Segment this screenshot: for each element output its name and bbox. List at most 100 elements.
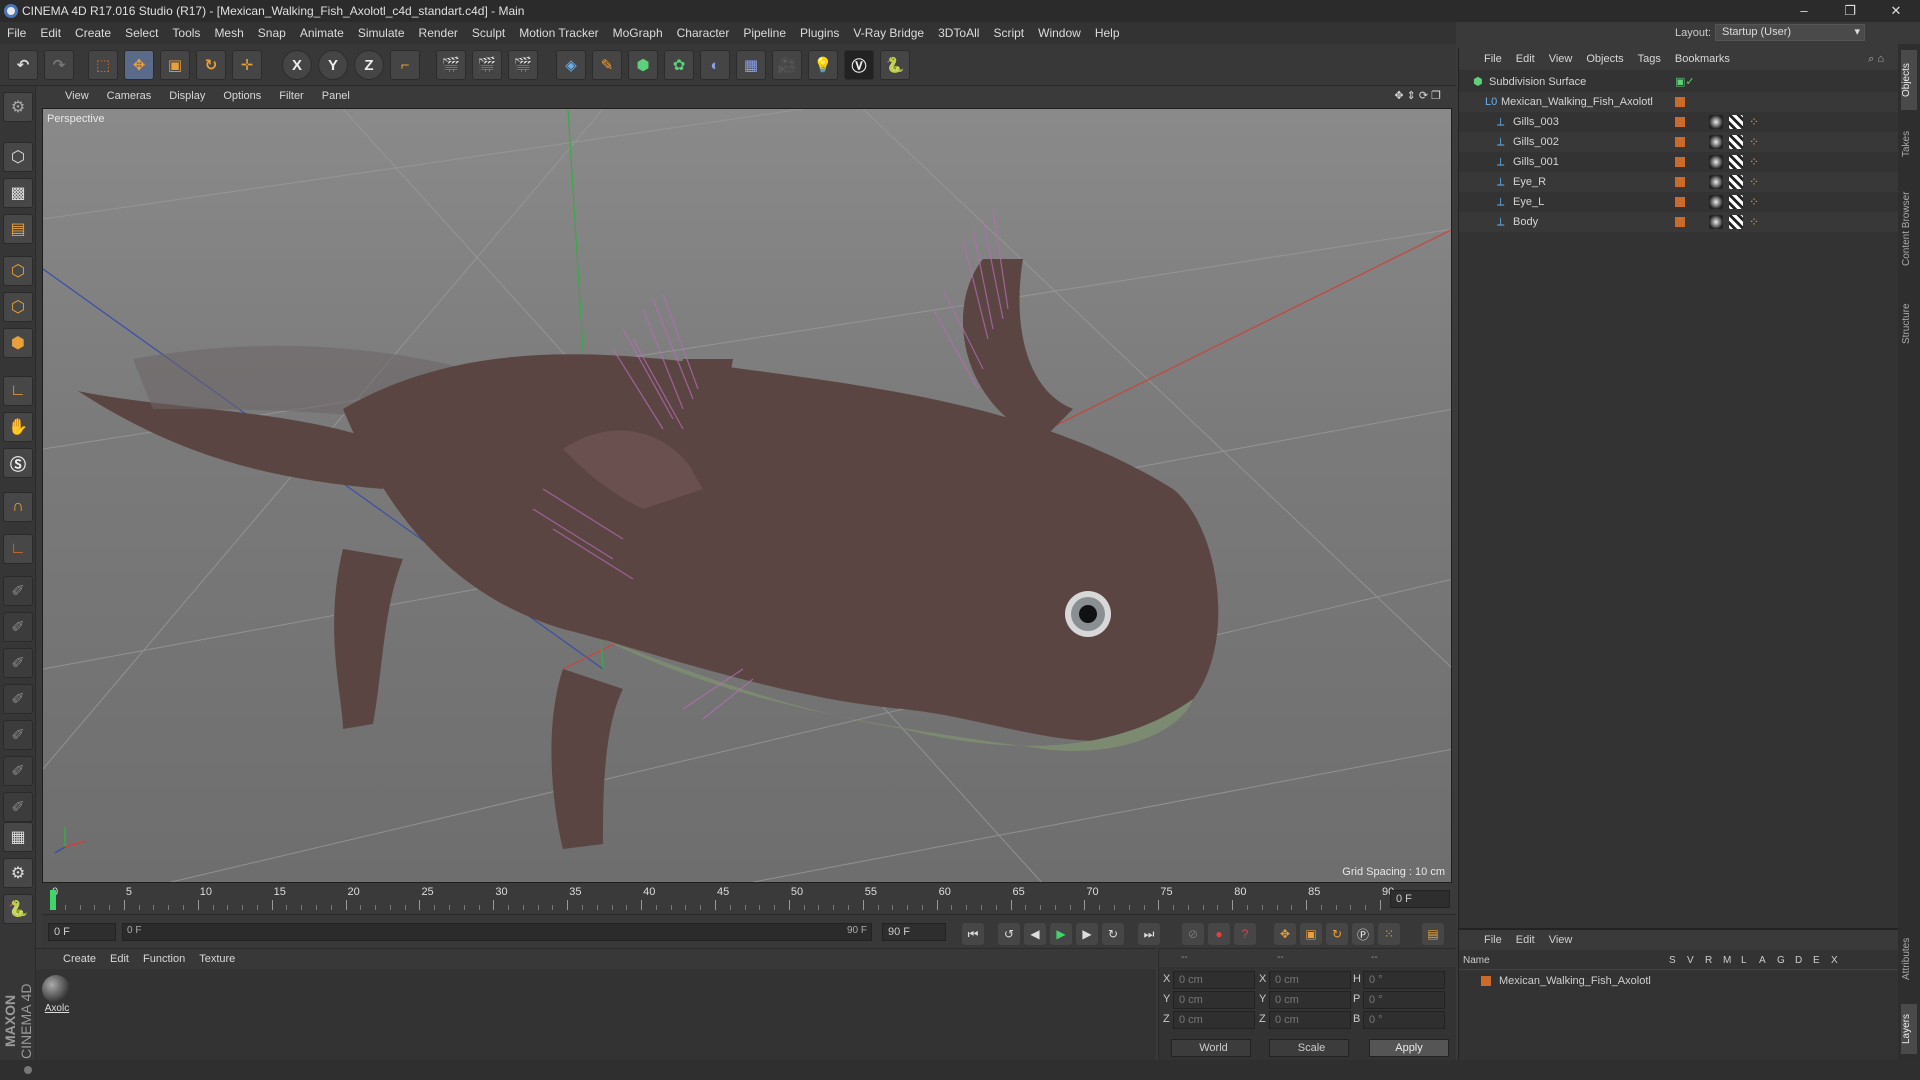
viewport-label[interactable]: Perspective: [47, 113, 104, 125]
tab-structure[interactable]: Structure: [1901, 294, 1917, 354]
object-menu-bookmarks[interactable]: Bookmarks: [1668, 48, 1737, 70]
menu-vray-bridge[interactable]: V-Ray Bridge: [846, 22, 931, 44]
menu-file[interactable]: File: [0, 22, 33, 44]
layer-color-dot[interactable]: [1675, 137, 1685, 147]
viewport-menu-cameras[interactable]: Cameras: [98, 86, 161, 106]
sculpt-tool-7[interactable]: ✐: [3, 792, 33, 822]
coordinate-system-button[interactable]: ⌐: [390, 50, 420, 80]
tab-layers[interactable]: Layers: [1901, 1004, 1917, 1054]
phong-tag-icon[interactable]: ⁘: [1749, 135, 1763, 149]
workplane-axis-button[interactable]: ∟: [3, 534, 33, 564]
z-axis-button[interactable]: Z: [354, 50, 384, 80]
layer-column-header[interactable]: G: [1777, 955, 1785, 966]
object-menu-file[interactable]: File: [1477, 48, 1509, 70]
layer-column-header[interactable]: X: [1831, 955, 1838, 966]
material-menu-function[interactable]: Function: [136, 949, 192, 969]
uvw-tag-icon[interactable]: [1729, 155, 1743, 169]
menu-pipeline[interactable]: Pipeline: [736, 22, 793, 44]
render-settings-button[interactable]: 🎬: [508, 50, 538, 80]
mograph-button[interactable]: ✿: [664, 50, 694, 80]
axis-mode-button[interactable]: ∟: [3, 376, 33, 406]
viewport-menu-view[interactable]: View: [56, 86, 98, 106]
material-tag-icon[interactable]: [1709, 155, 1723, 169]
coord-value-field[interactable]: 0 cm: [1269, 1011, 1351, 1029]
menu-animate[interactable]: Animate: [293, 22, 351, 44]
record-keys-button[interactable]: ⊘: [1182, 923, 1204, 945]
render-view-button[interactable]: 🎬: [436, 50, 466, 80]
tree-item[interactable]: L0 Mexican_Walking_Fish_Axolotl: [1459, 92, 1899, 112]
light-button[interactable]: 💡: [808, 50, 838, 80]
layer-menu-edit[interactable]: Edit: [1509, 930, 1542, 950]
snap-button[interactable]: Ⓢ: [3, 448, 33, 478]
python-generator-button[interactable]: ⚙: [3, 858, 33, 888]
key-scale-button[interactable]: ▣: [1300, 923, 1322, 945]
autokey-button[interactable]: ●: [1208, 923, 1230, 945]
menu-edit[interactable]: Edit: [33, 22, 68, 44]
redo-button[interactable]: ↷: [44, 50, 74, 80]
layer-column-header[interactable]: R: [1705, 955, 1712, 966]
spline-pen-button[interactable]: ✎: [592, 50, 622, 80]
menu-character[interactable]: Character: [670, 22, 737, 44]
python-script-button[interactable]: 🐍: [3, 894, 33, 924]
layer-column-header[interactable]: D: [1795, 955, 1802, 966]
current-frame-field[interactable]: 0 F: [1390, 890, 1450, 908]
camera-button[interactable]: 🎥: [772, 50, 802, 80]
viewport-menu-filter[interactable]: Filter: [270, 86, 312, 106]
key-parameter-button[interactable]: Ⓟ: [1352, 923, 1374, 945]
menu-create[interactable]: Create: [68, 22, 118, 44]
tree-item[interactable]: ⟂ Eye_L ⁘: [1459, 192, 1899, 212]
phong-tag-icon[interactable]: ⁘: [1749, 155, 1763, 169]
material-menu-create[interactable]: Create: [56, 949, 103, 969]
texture-mode-button[interactable]: ▩: [3, 178, 33, 208]
viewport-menu-display[interactable]: Display: [160, 86, 214, 106]
tab-content-browser[interactable]: Content Browser: [1901, 174, 1917, 284]
layer-color-dot[interactable]: [1675, 177, 1685, 187]
search-icon[interactable]: ⌕ ⌂: [1861, 48, 1891, 70]
layer-column-header[interactable]: L: [1741, 955, 1747, 966]
menu-tools[interactable]: Tools: [165, 22, 207, 44]
coord-value-field[interactable]: 0 °: [1363, 1011, 1445, 1029]
uvw-tag-icon[interactable]: [1729, 215, 1743, 229]
floor-button[interactable]: ▦: [736, 50, 766, 80]
layout-dropdown[interactable]: Startup (User) ▾: [1715, 24, 1865, 41]
next-frame-button[interactable]: ▶: [1076, 923, 1098, 945]
viewport-menu-panel[interactable]: Panel: [313, 86, 359, 106]
sculpt-tool-2[interactable]: ✐: [3, 612, 33, 642]
sculpt-tool-4[interactable]: ✐: [3, 684, 33, 714]
tree-item[interactable]: ⟂ Gills_002 ⁘: [1459, 132, 1899, 152]
timeline-button[interactable]: ▤: [1422, 923, 1444, 945]
sculpt-tool-3[interactable]: ✐: [3, 648, 33, 678]
material-menu-texture[interactable]: Texture: [192, 949, 242, 969]
menu-select[interactable]: Select: [118, 22, 165, 44]
layer-column-header[interactable]: M: [1723, 955, 1731, 966]
material-tag-icon[interactable]: [1709, 115, 1723, 129]
minimize-button[interactable]: –: [1784, 0, 1824, 22]
material-swatch[interactable]: Axolc: [42, 975, 72, 1021]
menu-mograph[interactable]: MoGraph: [606, 22, 670, 44]
tree-item[interactable]: ⟂ Gills_001 ⁘: [1459, 152, 1899, 172]
phong-tag-icon[interactable]: ⁘: [1749, 175, 1763, 189]
prev-frame-button[interactable]: ◀: [1024, 923, 1046, 945]
coord-scale-dropdown[interactable]: Scale: [1269, 1039, 1349, 1057]
live-select-button[interactable]: ⬚: [88, 50, 118, 80]
tab-attributes[interactable]: Attributes: [1901, 924, 1917, 994]
maximize-button[interactable]: ❐: [1830, 0, 1870, 22]
workplane-mode-button[interactable]: ▤: [3, 214, 33, 244]
material-tag-icon[interactable]: [1709, 135, 1723, 149]
material-tag-icon[interactable]: [1709, 215, 1723, 229]
menu-script[interactable]: Script: [986, 22, 1031, 44]
object-menu-edit[interactable]: Edit: [1509, 48, 1542, 70]
material-tag-icon[interactable]: [1709, 175, 1723, 189]
layer-color-dot[interactable]: [1675, 157, 1685, 167]
vray-button[interactable]: Ⓥ: [844, 50, 874, 80]
phong-tag-icon[interactable]: ⁘: [1749, 115, 1763, 129]
coord-world-dropdown[interactable]: World: [1171, 1039, 1251, 1057]
layer-color-dot[interactable]: [1675, 197, 1685, 207]
sculpt-tool-6[interactable]: ✐: [3, 756, 33, 786]
playhead[interactable]: [50, 890, 56, 910]
y-axis-button[interactable]: Y: [318, 50, 348, 80]
python-button[interactable]: 🐍: [880, 50, 910, 80]
lock-workplane-button[interactable]: ▦: [3, 822, 33, 852]
3d-viewport[interactable]: Perspective Grid Spacing : 10 cm: [42, 108, 1452, 883]
polygons-mode-button[interactable]: ⬢: [3, 328, 33, 358]
